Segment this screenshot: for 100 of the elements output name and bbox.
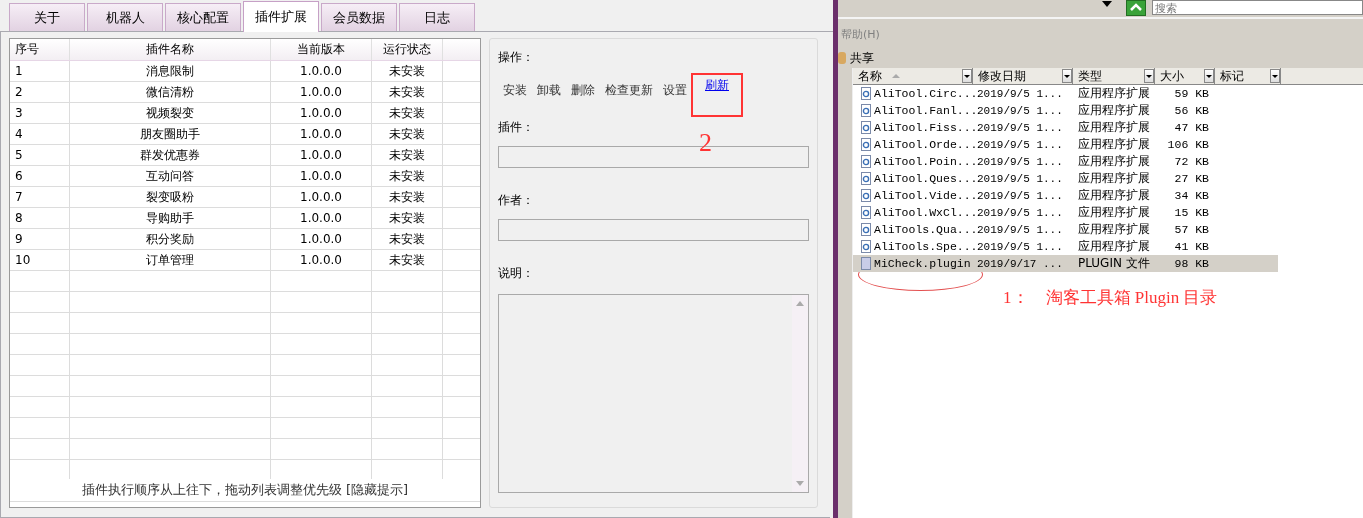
- file-row[interactable]: AliTool.Fiss...2019/9/5 1... 应用程序扩展 47 KB: [853, 119, 1278, 136]
- file-row[interactable]: AliTool.Circ...2019/9/5 1... 应用程序扩展 59 KB: [853, 85, 1278, 102]
- tab[interactable]: 关于: [9, 3, 85, 31]
- table-cell-text: 27 KB: [1173, 172, 1210, 185]
- table-cell: 3: [10, 103, 70, 123]
- action-link[interactable]: 卸载: [537, 82, 561, 99]
- table-cell-text: 2019/9/5 1...: [976, 121, 1064, 134]
- table-cell: 4: [10, 124, 70, 144]
- table-cell: 群发优惠券: [70, 145, 271, 165]
- table-cell-text: 47 KB: [1173, 121, 1210, 134]
- table-cell: 朋友圈助手: [70, 124, 271, 144]
- column-title: 修改日期: [978, 67, 1026, 85]
- file-row[interactable]: AliTools.Spe...2019/9/5 1... 应用程序扩展 41 KB: [853, 238, 1278, 255]
- file-name: AliTool.Vide...: [874, 189, 978, 202]
- table-cell-text: 应用程序扩展: [1077, 204, 1151, 221]
- dropdown-icon[interactable]: [1270, 69, 1280, 83]
- tab[interactable]: 插件扩展: [243, 1, 319, 32]
- dropdown-icon[interactable]: [1062, 69, 1072, 83]
- file-row[interactable]: MiCheck.plugin 2019/9/17 ... PLUGIN 文件 98 KB: [853, 255, 1278, 272]
- table-cell-text: 2019/9/5 1...: [976, 172, 1064, 185]
- tab[interactable]: 机器人: [87, 3, 163, 31]
- file-row[interactable]: AliTool.Poin...2019/9/5 1... 应用程序扩展 72 KB: [853, 153, 1278, 170]
- hint-text: 插件执行顺序从上往下，拖动列表调整优先级: [81, 481, 342, 499]
- refresh-icon[interactable]: [1126, 0, 1146, 16]
- table-cell: 微信清粉: [70, 82, 271, 102]
- table-cell: 5: [10, 145, 70, 165]
- file-row[interactable]: AliTool.Vide...2019/9/5 1... 应用程序扩展 34 KB: [853, 187, 1278, 204]
- table-cell-text: 2019/9/5 1...: [976, 206, 1064, 219]
- table-cell: 互动问答: [70, 166, 271, 186]
- table-cell: 1.0.0.0: [271, 229, 372, 249]
- table-cell-text: 2019/9/5 1...: [976, 223, 1064, 236]
- table-cell: 未安装: [372, 229, 443, 249]
- action-link[interactable]: 安装: [503, 82, 527, 99]
- column-header[interactable]: 当前版本: [271, 39, 372, 60]
- input-field[interactable]: [498, 219, 809, 241]
- dropdown-icon[interactable]: [1204, 69, 1214, 83]
- column-header[interactable]: 标记: [1215, 68, 1281, 84]
- dropdown-icon[interactable]: [1144, 69, 1154, 83]
- file-row[interactable]: AliTool.Fanl...2019/9/5 1... 应用程序扩展 56 KB: [853, 102, 1278, 119]
- column-header[interactable]: 插件名称: [70, 39, 271, 60]
- action-link[interactable]: 删除: [571, 82, 595, 99]
- dropdown-icon[interactable]: [962, 69, 972, 83]
- table-cell: 10: [10, 250, 70, 270]
- file-row[interactable]: AliTool.Ques...2019/9/5 1... 应用程序扩展 27 KB: [853, 170, 1278, 187]
- table-cell: 1.0.0.0: [271, 187, 372, 207]
- file-icon: [861, 257, 871, 270]
- column-header[interactable]: 运行状态: [372, 39, 443, 60]
- caret-icon[interactable]: [1102, 1, 1112, 7]
- action-link[interactable]: 设置: [663, 82, 687, 99]
- table-cell: 裂变吸粉: [70, 187, 271, 207]
- column-header[interactable]: 序号: [10, 39, 70, 60]
- table-cell-text: 2019/9/17 ...: [976, 257, 1064, 270]
- table-cell-text: 应用程序扩展: [1077, 238, 1151, 255]
- file-name: AliTool.Ques...: [874, 172, 978, 185]
- table-cell: 1.0.0.0: [271, 124, 372, 144]
- column-title: 名称: [858, 67, 882, 85]
- tab[interactable]: 会员数据: [321, 3, 397, 31]
- action-link[interactable]: 检查更新: [605, 82, 653, 99]
- toolbar-button[interactable]: 共享: [838, 48, 874, 68]
- tab[interactable]: 日志: [399, 3, 475, 31]
- search-field[interactable]: 搜索: [1152, 0, 1363, 15]
- file-name: AliTool.Fanl...: [874, 104, 978, 117]
- file-name: AliTool.Poin...: [874, 155, 978, 168]
- tab[interactable]: 核心配置: [165, 3, 241, 31]
- table-cell: 1.0.0.0: [271, 250, 372, 270]
- table-cell: 未安装: [372, 145, 443, 165]
- table-cell: 1.0.0.0: [271, 166, 372, 186]
- table-cell: 2: [10, 82, 70, 102]
- table-cell-text: 2019/9/5 1...: [976, 104, 1064, 117]
- table-cell-text: 应用程序扩展: [1077, 102, 1151, 119]
- file-row[interactable]: AliTools.Qua...2019/9/5 1... 应用程序扩展 57 KB: [853, 221, 1278, 238]
- column-header[interactable]: 名称: [853, 68, 973, 84]
- hide-hint-link[interactable]: [隐藏提示]: [345, 481, 409, 499]
- column-header[interactable]: 类型: [1073, 68, 1155, 84]
- file-row[interactable]: AliTool.Orde...2019/9/5 1... 应用程序扩展 106 KB: [853, 136, 1278, 153]
- file-name: AliTool.WxCl...: [874, 206, 978, 219]
- table-cell: 1.0.0.0: [271, 145, 372, 165]
- table-cell-text: 2019/9/5 1...: [976, 138, 1064, 151]
- column-header[interactable]: 大小: [1155, 68, 1215, 84]
- column-title: 标记: [1220, 67, 1244, 85]
- table-cell-text: 2019/9/5 1...: [976, 189, 1064, 202]
- column-header[interactable]: 修改日期: [973, 68, 1073, 84]
- description-field[interactable]: [498, 294, 809, 493]
- table-cell: 订单管理: [70, 250, 271, 270]
- table-cell-text: 应用程序扩展: [1077, 136, 1151, 153]
- file-name: AliTools.Qua...: [874, 223, 978, 236]
- table-cell: 1.0.0.0: [271, 61, 372, 81]
- file-row[interactable]: AliTool.WxCl...2019/9/5 1... 应用程序扩展 15 KB: [853, 204, 1278, 221]
- table-cell-text: 59 KB: [1173, 87, 1210, 100]
- refresh-link[interactable]: 刷新: [691, 73, 743, 117]
- table-cell-text: 2019/9/5 1...: [976, 87, 1064, 100]
- table-cell-text: 应用程序扩展: [1077, 170, 1151, 187]
- table-cell: 未安装: [372, 187, 443, 207]
- column-title: 类型: [1078, 67, 1102, 85]
- table-cell: 未安装: [372, 166, 443, 186]
- annotation-text: 1： 淘客工具箱 Plugin 目录: [1003, 287, 1218, 309]
- table-cell: 消息限制: [70, 61, 271, 81]
- table-cell: 6: [10, 166, 70, 186]
- annotation-text: 2: [699, 128, 712, 158]
- file-name: AliTool.Fiss...: [874, 121, 978, 134]
